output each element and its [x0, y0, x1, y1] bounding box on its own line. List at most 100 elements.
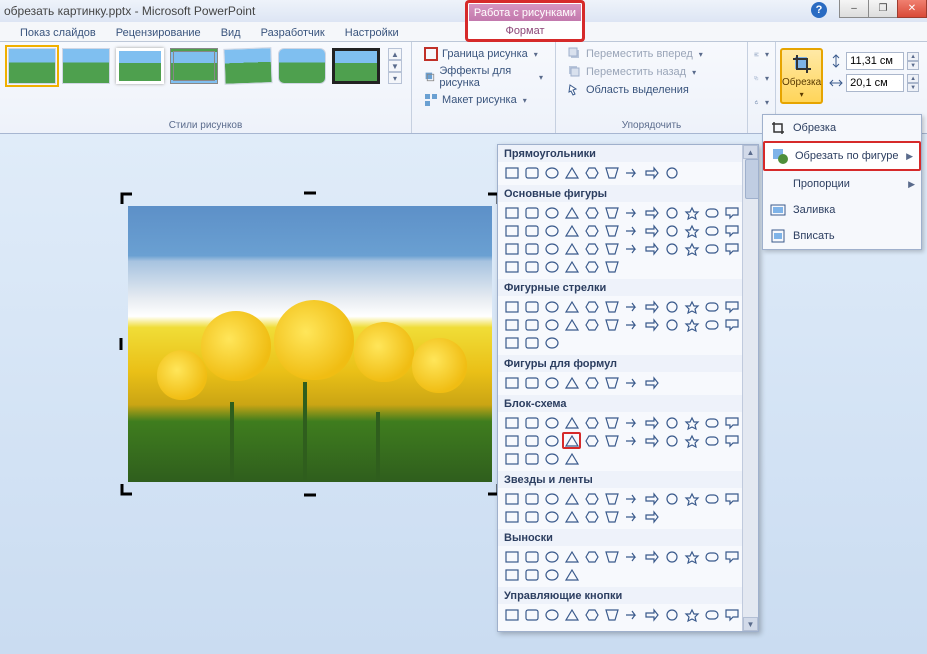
shape-option[interactable] [582, 240, 601, 257]
send-backward[interactable]: Переместить назад▾ [566, 64, 737, 80]
shape-option[interactable] [562, 164, 581, 181]
shape-option[interactable] [622, 240, 641, 257]
shape-option[interactable] [622, 316, 641, 333]
shape-option[interactable] [502, 490, 521, 507]
shape-option[interactable] [702, 298, 721, 315]
menu-fill[interactable]: Заливка [763, 197, 921, 223]
shape-option[interactable] [722, 204, 741, 221]
shape-option[interactable] [582, 414, 601, 431]
shape-option[interactable] [502, 334, 521, 351]
scroll-up[interactable]: ▲ [743, 145, 758, 159]
style-thumb[interactable] [170, 48, 218, 84]
shape-option[interactable] [582, 606, 601, 623]
shape-option[interactable] [542, 204, 561, 221]
shape-option[interactable] [542, 316, 561, 333]
style-thumb[interactable] [8, 48, 56, 84]
shape-option[interactable] [622, 432, 641, 449]
shape-option[interactable] [562, 566, 581, 583]
shape-option[interactable] [522, 222, 541, 239]
shape-option[interactable] [502, 450, 521, 467]
shape-option[interactable] [522, 240, 541, 257]
shape-option[interactable] [722, 298, 741, 315]
shape-option[interactable] [662, 606, 681, 623]
shape-option[interactable] [622, 508, 641, 525]
shape-option[interactable] [562, 222, 581, 239]
shape-option[interactable] [702, 240, 721, 257]
style-thumb[interactable] [116, 48, 164, 84]
help-button[interactable]: ? [811, 2, 827, 18]
shape-option[interactable] [522, 606, 541, 623]
shape-option[interactable] [642, 298, 661, 315]
shape-option[interactable] [642, 164, 661, 181]
shape-option[interactable] [562, 606, 581, 623]
shape-option[interactable] [602, 606, 621, 623]
shape-option[interactable] [502, 164, 521, 181]
shape-option[interactable] [702, 606, 721, 623]
shape-option[interactable] [622, 490, 641, 507]
shape-option[interactable] [502, 508, 521, 525]
crop-handle-top[interactable] [301, 190, 319, 208]
shape-option[interactable] [522, 204, 541, 221]
shape-option[interactable] [542, 490, 561, 507]
shape-option[interactable] [542, 374, 561, 391]
shape-option[interactable] [622, 414, 641, 431]
shape-option[interactable] [582, 204, 601, 221]
shape-option[interactable] [602, 222, 621, 239]
menu-crop-to-shape[interactable]: Обрезать по фигуре ▶ [763, 141, 921, 171]
shape-option[interactable] [562, 414, 581, 431]
shape-option[interactable] [542, 432, 561, 449]
picture-layout[interactable]: Макет рисунка▾ [422, 92, 545, 108]
shape-option[interactable] [642, 548, 661, 565]
shape-option[interactable] [602, 374, 621, 391]
shape-option[interactable] [722, 222, 741, 239]
shape-option[interactable] [582, 490, 601, 507]
shape-option[interactable] [642, 222, 661, 239]
shape-option[interactable] [642, 432, 661, 449]
tab-format[interactable]: Формат [465, 22, 585, 42]
shape-option[interactable] [522, 298, 541, 315]
shape-option[interactable] [562, 240, 581, 257]
crop-handle-left[interactable] [118, 335, 136, 353]
shape-option[interactable] [542, 240, 561, 257]
shape-option[interactable] [582, 432, 601, 449]
width-field[interactable]: ▲▼ [829, 74, 919, 92]
shape-option[interactable] [642, 240, 661, 257]
crop-button[interactable]: Обрезка ▾ [780, 48, 823, 104]
shape-option[interactable] [522, 566, 541, 583]
shape-option[interactable] [642, 374, 661, 391]
shape-option[interactable] [562, 258, 581, 275]
shape-option[interactable] [542, 548, 561, 565]
shape-option[interactable] [502, 606, 521, 623]
tab-addins[interactable]: Настройки [335, 25, 409, 41]
maximize-button[interactable]: ❐ [868, 0, 898, 18]
shape-option[interactable] [722, 548, 741, 565]
shape-option[interactable] [682, 548, 701, 565]
shape-option[interactable] [602, 298, 621, 315]
height-down[interactable]: ▼ [907, 61, 919, 70]
shape-option[interactable] [502, 222, 521, 239]
shape-option[interactable] [722, 490, 741, 507]
shape-option[interactable] [502, 240, 521, 257]
shape-option[interactable] [702, 316, 721, 333]
shape-option[interactable] [542, 164, 561, 181]
style-thumb[interactable] [332, 48, 380, 84]
gallery-down[interactable]: ▼ [388, 60, 402, 72]
shape-option[interactable] [602, 204, 621, 221]
shape-option[interactable] [662, 414, 681, 431]
shape-option[interactable] [602, 240, 621, 257]
shape-option[interactable] [602, 508, 621, 525]
width-down[interactable]: ▼ [907, 83, 919, 92]
menu-crop[interactable]: Обрезка [763, 115, 921, 141]
shape-option[interactable] [522, 258, 541, 275]
shape-option[interactable] [722, 432, 741, 449]
shape-option[interactable] [522, 548, 541, 565]
shape-option[interactable] [562, 450, 581, 467]
shape-option[interactable] [522, 414, 541, 431]
shape-option[interactable] [542, 450, 561, 467]
tab-view[interactable]: Вид [211, 25, 251, 41]
shape-option[interactable] [682, 298, 701, 315]
shape-option[interactable] [702, 490, 721, 507]
shape-option[interactable] [522, 508, 541, 525]
scroll-thumb[interactable] [745, 159, 759, 199]
gallery-more[interactable]: ▾ [388, 72, 402, 84]
